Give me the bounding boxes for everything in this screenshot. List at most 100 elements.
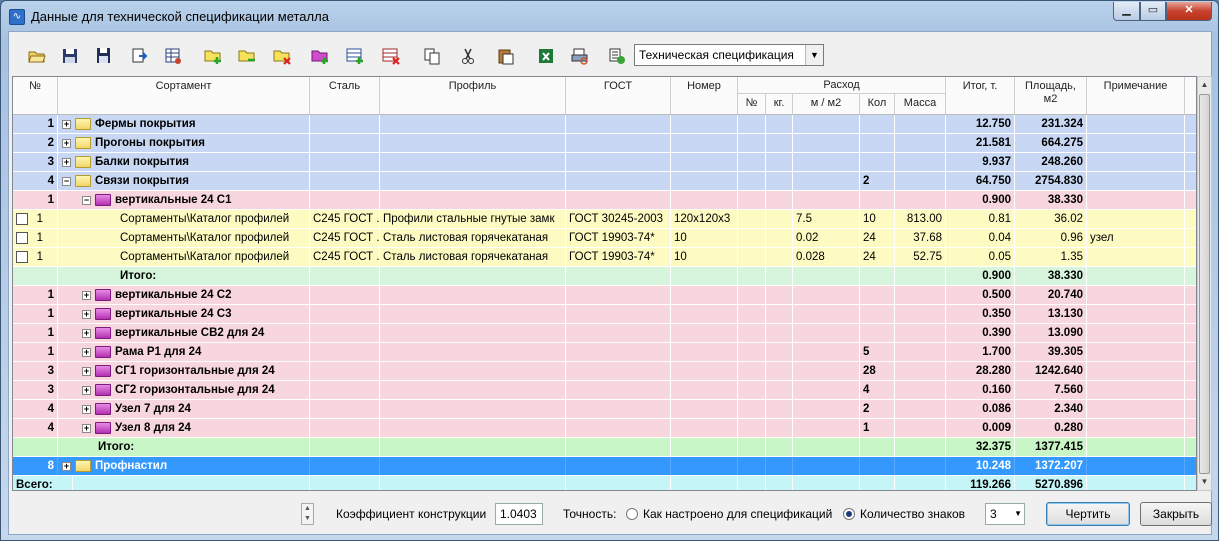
coef-spinner[interactable]: ▲ ▼ [301,503,314,525]
cell-massa [895,419,946,437]
cell-massa [895,115,946,133]
col-nomer[interactable]: Номер [671,77,738,114]
delete-folder-icon[interactable] [271,45,293,67]
coef-input[interactable]: 1.0403 [495,503,543,525]
table-row[interactable]: 3 + СГ2 горизонтальные для 24 4 0.160 7.560 [13,381,1196,400]
table-row[interactable]: 4− Связи покрытия 2 64.750 2754.830 [13,172,1196,191]
col-num[interactable]: № [13,77,58,114]
col-itog[interactable]: Итог, т. [946,77,1015,114]
col-gost[interactable]: ГОСТ [566,77,671,114]
table-row[interactable]: 1 + вертикальные 24 С2 0.500 20.740 [13,286,1196,305]
col-r-massa[interactable]: Масса [895,94,946,114]
table-row[interactable]: 4 + Узел 8 для 24 1 0.009 0.280 [13,419,1196,438]
expand-icon[interactable]: + [82,366,91,376]
collapse-icon[interactable]: − [82,195,91,205]
title-bar[interactable]: ∿ Данные для технической спецификации ме… [1,1,1218,31]
expand-icon[interactable]: + [62,119,71,129]
expand-icon[interactable]: + [62,461,71,471]
cell-kg [766,191,793,209]
save-icon[interactable] [59,45,81,67]
cell-num: 1 [13,210,58,228]
cut-icon[interactable] [457,45,479,67]
calculator-icon[interactable] [606,45,628,67]
expand-icon[interactable]: + [62,157,71,167]
table-row[interactable]: 1 Сортаменты\Каталог профилей С245 ГОСТ .С… [13,248,1196,267]
vertical-scrollbar[interactable]: ▲ ▼ [1197,76,1212,491]
copy-icon[interactable] [421,45,443,67]
cell-nomer: 10 [671,229,738,247]
excel-icon[interactable] [535,45,557,67]
col-sortament[interactable]: Сортамент [58,77,310,114]
export-icon[interactable] [128,45,150,67]
table-row[interactable]: Итого: 0.900 38.330 [13,267,1196,286]
table-row[interactable]: 2 + Прогоны покрытия 21.581 664.275 [13,134,1196,153]
col-steel[interactable]: Сталь [310,77,380,114]
table-row[interactable]: 1 + вертикальные 24 С3 0.350 13.130 [13,305,1196,324]
row-checkbox[interactable] [16,232,28,244]
cell-area: 7.560 [1015,381,1087,399]
expand-icon[interactable]: + [82,347,91,357]
expand-icon[interactable]: + [82,385,91,395]
table-settings-icon[interactable] [162,45,184,67]
digits-select[interactable]: 3 ▼ [985,503,1025,525]
cell-mm2 [793,381,860,399]
table-row[interactable]: 3 + Балки покрытия 9.937 248.260 [13,153,1196,172]
expand-icon[interactable]: + [82,328,91,338]
add-group-icon[interactable] [309,45,331,67]
minimize-button[interactable]: ▁ [1113,2,1140,21]
add-folder-icon[interactable] [202,45,224,67]
col-profile[interactable]: Профиль [380,77,566,114]
table-row[interactable]: 4 + Узел 7 для 24 2 0.086 2.340 [13,400,1196,419]
cell-sortament: Итого: [58,438,310,456]
expand-icon[interactable]: + [82,404,91,414]
table-row[interactable]: 1 + Рама Р1 для 24 5 1.700 39.305 [13,343,1196,362]
cell-rnum [738,267,766,285]
scroll-up-icon[interactable]: ▲ [1198,77,1211,93]
col-r-kol[interactable]: Кол [860,94,895,114]
scrollbar-thumb[interactable] [1199,94,1210,474]
expand-icon[interactable]: + [82,309,91,319]
radio-spec-settings[interactable] [626,508,638,520]
table-row[interactable]: 1 Сортаменты\Каталог профилей С245 ГОСТ .П… [13,210,1196,229]
expand-icon[interactable]: + [82,290,91,300]
table-row[interactable]: Всего: 119.266 5270.896 [13,476,1196,490]
row-checkbox[interactable] [16,213,28,225]
print-preview-icon[interactable] [569,45,591,67]
table-row[interactable]: 1 Сортаменты\Каталог профилей С245 ГОСТ .С… [13,229,1196,248]
col-area[interactable]: Площадь, м2 [1015,77,1087,114]
open-folder-arrow-icon[interactable] [236,45,258,67]
add-row-icon[interactable] [344,45,366,67]
row-checkbox[interactable] [16,251,28,263]
table-row[interactable]: Итого: 32.375 1377.415 [13,438,1196,457]
delete-row-icon[interactable] [380,45,402,67]
cell-note [1087,324,1185,342]
folder-icon [95,365,111,377]
scroll-down-icon[interactable]: ▼ [1198,474,1211,490]
paste-icon[interactable] [495,45,517,67]
collapse-icon[interactable]: − [62,176,71,186]
maximize-button[interactable]: ▭ [1140,2,1166,21]
draw-button[interactable]: Чертить [1046,502,1130,526]
close-dialog-button[interactable]: Закрыть [1140,502,1212,526]
table-row[interactable]: 1 − вертикальные 24 С1 0.900 38.330 [13,191,1196,210]
spec-type-select[interactable]: Техническая спецификация ▼ [634,44,824,66]
cell-itog: 0.04 [946,229,1015,247]
save-as-icon[interactable] [93,45,115,67]
table-row[interactable]: 8 + Профнастил 10.248 1372.207 [13,457,1196,476]
col-rashod[interactable]: Расход [738,77,946,94]
expand-icon[interactable]: + [82,423,91,433]
close-button[interactable]: ✕ [1166,2,1212,21]
col-r-kg[interactable]: кг. [766,94,793,114]
col-r-num[interactable]: № [738,94,766,114]
radio-digits-label[interactable]: Количество знаков [860,507,965,521]
table-row[interactable]: 1 + Фермы покрытия 12.750 231.324 [13,115,1196,134]
col-note[interactable]: Примечание [1087,77,1185,114]
col-r-mm2[interactable]: м / м2 [793,94,860,114]
radio-spec-settings-label[interactable]: Как настроено для спецификаций [643,507,832,521]
radio-digits[interactable] [843,508,855,520]
expand-icon[interactable]: + [62,138,71,148]
open-folder-icon[interactable] [26,45,48,67]
folder-icon [95,327,111,339]
table-row[interactable]: 3 + СГ1 горизонтальные для 24 28 28.280 1242.… [13,362,1196,381]
table-row[interactable]: 1 + вертикальные СВ2 для 24 0.390 13.090 [13,324,1196,343]
